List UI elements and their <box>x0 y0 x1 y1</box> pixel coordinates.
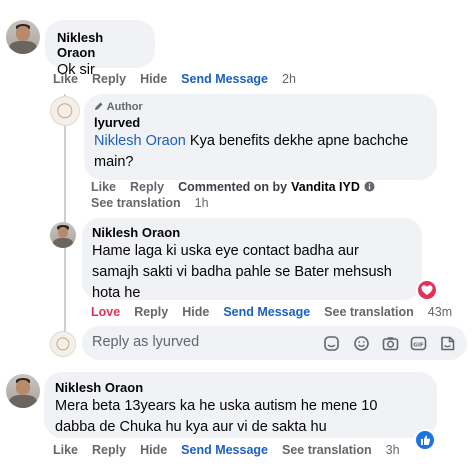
heart-icon <box>421 285 433 295</box>
comment-actions: See translation 1h <box>91 196 223 210</box>
like-button[interactable]: Like <box>53 72 78 86</box>
avatar <box>50 331 76 357</box>
comment-author[interactable]: Niklesh Oraon <box>57 30 143 60</box>
like-reaction[interactable] <box>414 429 436 451</box>
hide-button[interactable]: Hide <box>140 72 167 86</box>
reply-button[interactable]: Reply <box>134 305 168 319</box>
comment-text: Mera beta 13years ka he uska autism he m… <box>55 398 378 414</box>
commented-on-label: Commented on by <box>178 180 288 194</box>
comment-author[interactable]: Niklesh Oraon <box>92 224 412 241</box>
comment-actions: Like Reply Hide Send Message 2h <box>53 72 310 86</box>
thread-connector <box>64 94 66 334</box>
comment-actions: Love Reply Hide Send Message See translation… <box>91 305 452 319</box>
comment-bubble: Niklesh Oraon Ok sir <box>45 20 155 78</box>
reply-button[interactable]: Reply <box>92 72 126 86</box>
commenter-name[interactable]: Vandita IYD <box>291 180 360 194</box>
see-translation-button[interactable]: See translation <box>282 443 372 457</box>
pencil-icon <box>94 101 107 113</box>
svg-text:GIF: GIF <box>413 342 424 348</box>
see-translation-button[interactable]: See translation <box>91 196 181 210</box>
author-badge: Author <box>106 101 143 113</box>
reply-button[interactable]: Reply <box>92 443 126 457</box>
comment-actions: Like Reply Commented on by Vandita IYD <box>91 180 375 194</box>
info-icon[interactable] <box>364 180 375 194</box>
love-reaction[interactable] <box>416 279 438 301</box>
reply-button[interactable]: Reply <box>130 180 164 194</box>
like-button[interactable]: Like <box>91 180 116 194</box>
mention-link[interactable]: Niklesh Oraon <box>94 133 186 149</box>
timestamp[interactable]: 2h <box>282 72 296 86</box>
hide-button[interactable]: Hide <box>182 305 209 319</box>
camera-icon[interactable] <box>382 335 399 352</box>
reply-placeholder: Reply as lyurved <box>92 334 200 350</box>
attach-sticker-icon[interactable] <box>439 335 456 352</box>
like-button[interactable]: Like <box>53 443 78 457</box>
avatar[interactable] <box>6 20 40 54</box>
sticker-icon[interactable] <box>323 335 340 352</box>
avatar[interactable] <box>50 222 76 248</box>
avatar[interactable] <box>50 96 80 126</box>
emoji-icon[interactable] <box>353 335 370 352</box>
hide-button[interactable]: Hide <box>140 443 167 457</box>
comment-bubble: Author lyurved Niklesh Oraon Kya benefit… <box>84 94 437 180</box>
comment-text: dabba de Chuka hu kya aur vi de sakta hu <box>55 419 327 435</box>
comment-bubble: Niklesh Oraon Mera beta 13years ka he us… <box>44 372 437 438</box>
send-message-button[interactable]: Send Message <box>181 443 268 457</box>
comment-bubble: Niklesh Oraon Hame laga ki uska eye cont… <box>82 218 422 301</box>
love-button[interactable]: Love <box>91 305 120 319</box>
comment-text: hota he <box>92 285 141 301</box>
see-translation-button[interactable]: See translation <box>324 305 414 319</box>
thumbs-up-icon <box>421 435 431 445</box>
comment-text: samajh sakti vi badha pahle se Bater meh… <box>92 264 392 280</box>
comment-author[interactable]: Niklesh Oraon <box>55 379 426 396</box>
timestamp[interactable]: 43m <box>428 305 452 319</box>
comment-author[interactable]: lyurved <box>94 114 427 131</box>
comment-actions: Like Reply Hide Send Message See translation… <box>53 443 400 457</box>
reply-input[interactable]: Reply as lyurved GIF <box>82 326 467 360</box>
gif-icon[interactable]: GIF <box>410 335 427 352</box>
comment-text: Niklesh Oraon Kya benefits dekhe apne ba… <box>94 133 409 149</box>
comment-text: Hame laga ki uska eye contact badha aur <box>92 243 359 259</box>
send-message-button[interactable]: Send Message <box>181 72 268 86</box>
comment-text: main? <box>94 154 134 170</box>
send-message-button[interactable]: Send Message <box>223 305 310 319</box>
avatar[interactable] <box>6 374 40 408</box>
timestamp[interactable]: 1h <box>195 196 209 210</box>
timestamp[interactable]: 3h <box>386 443 400 457</box>
